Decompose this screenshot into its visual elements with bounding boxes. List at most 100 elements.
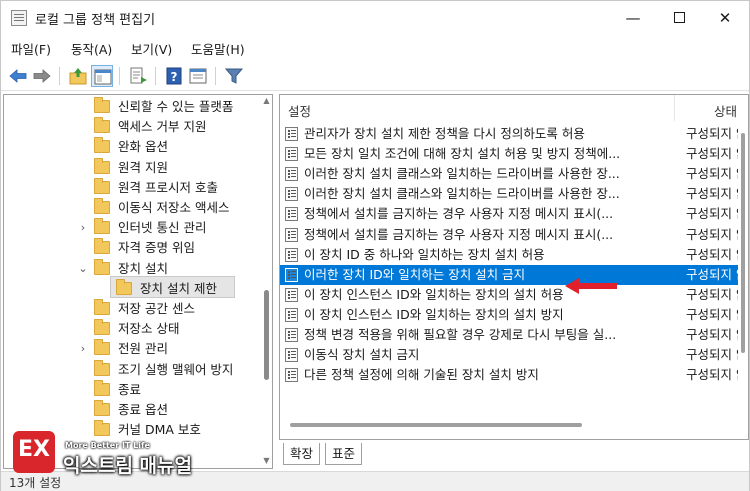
- tree-item-label: 조기 실행 맬웨어 방지: [118, 361, 234, 377]
- list-item[interactable]: 이 장치 인스턴스 ID와 일치하는 장치의 설치 허용구성되지 않음: [280, 285, 748, 305]
- tree-item-label: 종료 옵션: [118, 402, 168, 417]
- folder-icon: [94, 319, 110, 336]
- help-button[interactable]: ?: [163, 65, 185, 87]
- scroll-down-icon[interactable]: ▼: [262, 457, 271, 465]
- column-header-state[interactable]: 상태: [714, 101, 737, 120]
- policy-setting-icon: [285, 127, 298, 141]
- tree-item[interactable]: 원격 지원: [4, 157, 260, 178]
- tree-item-label: 전원 관리: [118, 341, 168, 357]
- list-hscroll-thumb[interactable]: [290, 423, 582, 427]
- tree-item[interactable]: 액세스 거부 지원: [4, 117, 260, 137]
- menu-action[interactable]: 동작(A): [71, 39, 112, 58]
- app-icon: [11, 10, 27, 26]
- setting-label: 관리자가 장치 설치 제한 정책을 다시 정의하도록 허용: [304, 126, 585, 141]
- list-item-selected[interactable]: 이러한 장치 ID와 일치하는 장치 설치 금지구성되지 않음: [280, 264, 748, 285]
- tree-item-label: 커널 DMA 보호: [118, 422, 201, 438]
- list-item[interactable]: 이동식 장치 설치 금지구성되지 않음: [280, 345, 748, 365]
- list-item[interactable]: 이러한 장치 설치 클래스와 일치하는 드라이버를 사용한 장...구성되지 않…: [280, 164, 748, 184]
- tree-item[interactable]: 원격 프로시저 호출: [4, 177, 260, 198]
- column-header-setting[interactable]: 설정: [288, 101, 311, 120]
- maximize-button[interactable]: [656, 1, 702, 35]
- tab-extended[interactable]: 확장: [283, 443, 321, 465]
- list-horizontal-scrollbar[interactable]: [282, 420, 738, 428]
- tab-standard[interactable]: 표준: [325, 443, 363, 465]
- tree-item-label: 인터넷 통신 관리: [118, 220, 207, 236]
- filter-icon: [224, 68, 244, 84]
- show-hide-tree-button[interactable]: [91, 65, 113, 87]
- red-arrow-annotation-icon: [565, 278, 617, 294]
- policy-setting-icon: [285, 307, 298, 322]
- tree-item[interactable]: 종료 옵션: [4, 400, 260, 420]
- list-scroll-thumb[interactable]: [741, 133, 745, 353]
- expand-chevron-icon[interactable]: ›: [78, 218, 88, 238]
- list-item[interactable]: 모든 장치 일치 조건에 대해 장치 설치 허용 및 방지 정책에... 구성되지…: [280, 144, 748, 164]
- setting-label: 정책 변경 적용을 위해 필요할 경우 강제로 다시 부팅을 실...: [304, 327, 617, 342]
- column-divider[interactable]: [674, 95, 675, 121]
- properties-icon: [189, 68, 207, 84]
- tree-item[interactable]: ⌄ 장치 설치: [4, 258, 260, 279]
- tree-item-label: 장치 설치: [118, 260, 168, 276]
- list-scrollbar[interactable]: [738, 123, 748, 439]
- setting-label: 이 장치 인스턴스 ID와 일치하는 장치의 설치 방지: [304, 306, 564, 322]
- tree-item[interactable]: 저장소 상태: [4, 319, 260, 339]
- export-list-button[interactable]: [127, 65, 149, 87]
- toolbar-separator: [215, 67, 216, 85]
- show-hide-tree-icon: [94, 69, 112, 85]
- watermark-logo-text: EX: [18, 437, 50, 462]
- tree-item-label: 자격 증명 위임: [118, 240, 195, 256]
- expand-chevron-icon[interactable]: ›: [78, 339, 88, 359]
- list-item[interactable]: 이 장치 ID 중 하나와 일치하는 장치 설치 허용구성되지 않음: [280, 245, 748, 265]
- collapse-chevron-icon[interactable]: ⌄: [78, 259, 88, 279]
- tree-item-label: 이동식 저장소 액세스: [118, 200, 230, 215]
- menu-help[interactable]: 도움말(H): [191, 39, 245, 58]
- tree-item[interactable]: 자격 증명 위임: [4, 238, 260, 258]
- forward-button[interactable]: [31, 65, 53, 87]
- policy-setting-icon: [285, 267, 298, 282]
- tree-item[interactable]: › 전원 관리: [4, 339, 260, 359]
- tree-scroll-thumb[interactable]: [264, 290, 269, 380]
- folder-icon: [94, 299, 110, 315]
- tree-item[interactable]: 완화 옵션: [4, 137, 260, 157]
- tree-item[interactable]: 신뢰할 수 있는 플랫폼: [4, 97, 260, 117]
- tree-item[interactable]: › 인터넷 통신 관리: [4, 218, 260, 238]
- menu-bar: 파일(F) 동작(A) 보기(V) 도움말(H): [1, 37, 749, 59]
- tree-item[interactable]: 장치 설치 제한: [4, 278, 260, 299]
- tree-item-label: 저장 공간 센스: [118, 301, 195, 316]
- tree-item[interactable]: 저장 공간 센스: [4, 299, 260, 319]
- status-text: 13개 설정: [9, 476, 62, 490]
- list-item[interactable]: 정책 변경 적용을 위해 필요할 경우 강제로 다시 부팅을 실... 구성되지 …: [280, 325, 748, 345]
- back-button[interactable]: [7, 65, 29, 87]
- tree-scrollbar[interactable]: ▲ ▼: [260, 95, 272, 468]
- back-arrow-icon: [9, 69, 27, 83]
- view-tabs: 확장 표준: [279, 441, 749, 467]
- up-one-level-button[interactable]: [67, 65, 89, 87]
- list-item[interactable]: 정책에서 설치를 금지하는 경우 사용자 지정 메시지 표시(...구성되지 않…: [280, 204, 748, 224]
- tree-item-label: 저장소 상태: [118, 321, 180, 337]
- menu-file[interactable]: 파일(F): [11, 39, 51, 58]
- setting-label: 다른 정책 설정에 의해 기술된 장치 설치 방지: [304, 367, 539, 383]
- tree-item[interactable]: 종료: [4, 379, 260, 400]
- menu-view[interactable]: 보기(V): [131, 39, 172, 58]
- folder-icon: [94, 117, 110, 134]
- list-item[interactable]: 이 장치 인스턴스 ID와 일치하는 장치의 설치 방지구성되지 않음: [280, 305, 748, 325]
- title-bar[interactable]: 로컬 그룹 정책 편집기 — ✕: [1, 1, 749, 35]
- tree-item[interactable]: 이동식 저장소 액세스: [4, 198, 260, 218]
- list-item[interactable]: 이러한 장치 설치 클래스와 일치하는 드라이버를 사용한 장...구성되지 않…: [280, 184, 748, 204]
- folder-icon: [94, 97, 110, 113]
- list-item[interactable]: 정책에서 설치를 금지하는 경우 사용자 지정 메시지 표시(...구성되지 않…: [280, 225, 748, 245]
- tree-pane[interactable]: 신뢰할 수 있는 플랫폼액세스 거부 지원완화 옵션 원격 지원 원격 프로시저 호…: [3, 94, 273, 469]
- scroll-up-icon[interactable]: ▲: [262, 97, 271, 105]
- group-policy-editor-window: 로컬 그룹 정책 편집기 — ✕ 파일(F) 동작(A) 보기(V) 도움말(H…: [0, 0, 750, 491]
- list-item[interactable]: 다른 정책 설정에 의해 기술된 장치 설치 방지구성되지 않음: [280, 365, 748, 385]
- list-item[interactable]: 관리자가 장치 설치 제한 정책을 다시 정의하도록 허용구성되지 않음: [280, 124, 748, 144]
- minimize-button[interactable]: —: [610, 1, 656, 35]
- tree-item-label: 종료: [118, 381, 142, 397]
- up-folder-icon: [69, 68, 87, 85]
- folder-icon: [94, 339, 110, 356]
- close-button[interactable]: ✕: [702, 1, 748, 35]
- folder-icon: [94, 198, 110, 214]
- filter-button[interactable]: [223, 65, 245, 87]
- tree-item-label: 액세스 거부 지원: [118, 119, 207, 135]
- properties-button[interactable]: [187, 65, 209, 87]
- tree-item[interactable]: 조기 실행 맬웨어 방지: [4, 359, 260, 380]
